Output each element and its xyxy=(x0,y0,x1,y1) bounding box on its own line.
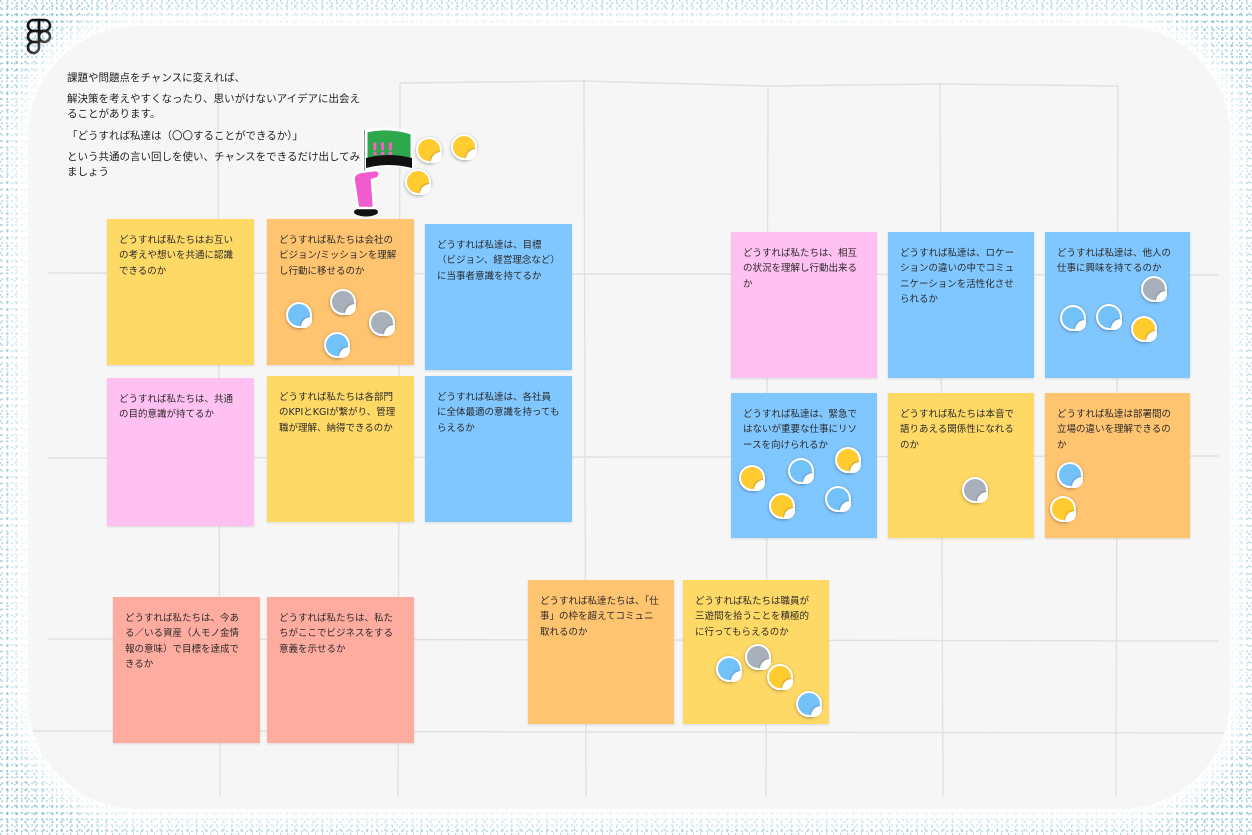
sticky-note-text: どうすれば私たちは本音で語りあえる関係性になれるのか xyxy=(900,409,1015,451)
vote-sticker-icon[interactable] xyxy=(767,664,793,690)
vote-sticker-icon[interactable] xyxy=(796,691,822,717)
sticky-note[interactable]: どうすれば私達は、目標（ビジョン、経営理念など）に当事者意識を持てるか xyxy=(425,224,572,370)
sticky-note-text: どうすれば私達は、緊急ではないが重要な仕事にリソースを向けられるか xyxy=(743,409,858,451)
vote-sticker-icon[interactable] xyxy=(1057,462,1083,488)
sticky-note[interactable]: どうすれば私たちは、共通の目的意識が持てるか xyxy=(107,378,254,526)
sticky-note-text: どうすれば私達は、他人の仕事に興味を持てるのか xyxy=(1057,248,1172,275)
sticky-note-text: どうすれば私たちは、今ある／いる資産（人モノ金情報の意味）で目標を達成できるか xyxy=(125,613,240,671)
sticky-note-text: どうすれば私達は部署間の立場の違いを理解できるのか xyxy=(1057,409,1172,451)
vote-sticker-icon[interactable] xyxy=(416,137,442,163)
vote-sticker-icon[interactable] xyxy=(739,465,765,491)
sticky-note-text: どうすれば私達は、ロケーションの違いの中でコミュニケーションを活性化させられるか xyxy=(900,248,1015,306)
sticky-note[interactable]: どうすれば私たちは、相互の状況を理解し行動出来るか xyxy=(731,232,877,378)
sticky-note-text: どうすれば私達は、目標（ビジョン、経営理念など）に当事者意識を持てるか xyxy=(437,240,560,282)
sticky-note-text: どうすれば私達は、各社員に全体最適の意識を持ってもらえるか xyxy=(437,392,560,434)
sticky-note-text: どうすれば私達たちは、「仕事」の枠を超えてコミュニ取れるのか xyxy=(540,596,659,638)
sticky-note[interactable]: どうすれば私たちは各部門のKPIとKGIが繋がり、管理職が理解、納得できるのか xyxy=(267,376,414,522)
sticky-note[interactable]: どうすれば私達は、ロケーションの違いの中でコミュニケーションを活性化させられるか xyxy=(888,232,1034,378)
instructions-line: 課題や問題点をチャンスに変えれば、 xyxy=(67,72,246,84)
vote-sticker-icon[interactable] xyxy=(324,332,350,358)
instructions-line: 「どうすれば私達は（〇〇することができるか）」 xyxy=(67,129,304,142)
sticky-note[interactable]: どうすれば私達たちは、「仕事」の枠を超えてコミュニ取れるのか xyxy=(528,580,674,724)
vote-sticker-icon[interactable] xyxy=(1060,305,1086,331)
instructions-text: 課題や問題点をチャンスに変えれば、 解決策を考えやすくなったり、思いがけないアイ… xyxy=(67,71,367,186)
instructions-line: 解決策を考えやすくなったり、思いがけないアイデアに出会えることがあります。 xyxy=(67,93,361,121)
vote-sticker-icon[interactable] xyxy=(962,477,988,503)
sticky-note-text: どうすれば私たちは会社のビジョン/ミッションを理解し行動に移せるのか xyxy=(279,235,397,277)
sticky-note-text: どうすれば私たちは、私たちがここでビジネスをする意義を示せるか xyxy=(279,613,394,655)
vote-sticker-icon[interactable] xyxy=(745,644,771,670)
hand-flag-sticker-icon[interactable]: !!! xyxy=(342,124,418,220)
vote-sticker-icon[interactable] xyxy=(1096,304,1122,330)
vote-sticker-icon[interactable] xyxy=(788,458,814,484)
sticky-note-text: どうすれば私たちは、共通の目的意識が持てるか xyxy=(119,394,234,421)
vote-sticker-icon[interactable] xyxy=(769,493,795,519)
vote-sticker-icon[interactable] xyxy=(451,134,477,160)
sticky-note[interactable]: どうすれば私たちは、今ある／いる資産（人モノ金情報の意味）で目標を達成できるか xyxy=(113,597,260,743)
vote-sticker-icon[interactable] xyxy=(330,289,356,315)
vote-sticker-icon[interactable] xyxy=(1141,276,1167,302)
sticky-note[interactable]: どうすれば私たちは本音で語りあえる関係性になれるのか xyxy=(888,393,1034,538)
vote-sticker-icon[interactable] xyxy=(286,302,312,328)
sticky-note[interactable]: どうすれば私たちはお互いの考えや想いを共通に認識できるのか xyxy=(107,219,254,365)
vote-sticker-icon[interactable] xyxy=(716,656,742,682)
sticky-note-text: どうすれば私たちはお互いの考えや想いを共通に認識できるのか xyxy=(119,235,234,277)
vote-sticker-icon[interactable] xyxy=(825,486,851,512)
vote-sticker-icon[interactable] xyxy=(1050,496,1076,522)
sticky-note[interactable]: どうすれば私達は、他人の仕事に興味を持てるのか xyxy=(1045,232,1190,378)
sticky-note[interactable]: どうすれば私達は、各社員に全体最適の意識を持ってもらえるか xyxy=(425,376,572,522)
instructions-line: という共通の言い回しを使い、チャンスをできるだけ出してみましょう xyxy=(67,150,361,179)
vote-sticker-icon[interactable] xyxy=(369,310,395,336)
sticky-note[interactable]: どうすれば私たちは、私たちがここでビジネスをする意義を示せるか xyxy=(267,597,414,743)
sticky-note-text: どうすれば私たちは職員が三遊間を拾うことを積極的に行ってもらえるのか xyxy=(695,596,810,638)
flag-text: !!! xyxy=(371,140,394,160)
sticky-note-text: どうすれば私たちは各部門のKPIとKGIが繋がり、管理職が理解、納得できるのか xyxy=(279,392,396,434)
sticky-note-text: どうすれば私たちは、相互の状況を理解し行動出来るか xyxy=(743,248,858,290)
vote-sticker-icon[interactable] xyxy=(835,447,861,473)
vote-sticker-icon[interactable] xyxy=(405,169,431,195)
vote-sticker-icon[interactable] xyxy=(1131,316,1157,342)
